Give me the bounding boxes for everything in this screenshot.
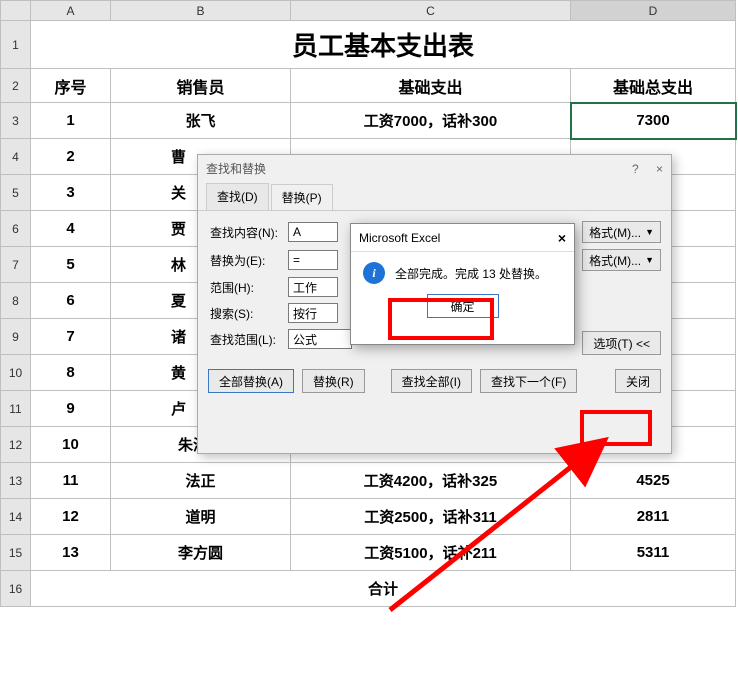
header-detail[interactable]: 基础支出 (291, 69, 571, 103)
row-header[interactable]: 6 (1, 211, 31, 247)
lookin-label: 查找范围(L): (210, 331, 288, 348)
sheet-title[interactable]: 员工基本支出表 (31, 21, 736, 69)
col-header-d[interactable]: D (571, 1, 736, 21)
row-header[interactable]: 4 (1, 139, 31, 175)
cell-seq[interactable]: 9 (31, 391, 111, 427)
cell-seq[interactable]: 6 (31, 283, 111, 319)
find-label: 查找内容(N): (210, 224, 288, 241)
message-box: Microsoft Excel × i 全部完成。完成 13 处替换。 确定 (350, 223, 575, 345)
msgbox-text: 全部完成。完成 13 处替换。 (395, 265, 547, 282)
row-header[interactable]: 2 (1, 69, 31, 103)
close-icon[interactable]: × (656, 162, 663, 176)
header-total[interactable]: 基础总支出 (571, 69, 736, 103)
cell-detail[interactable]: 工资5100，话补211 (291, 535, 571, 571)
cell-name[interactable]: 道明 (111, 499, 291, 535)
search-label: 搜索(S): (210, 305, 288, 322)
row-header[interactable]: 11 (1, 391, 31, 427)
find-next-button[interactable]: 查找下一个(F) (480, 369, 577, 393)
col-header-b[interactable]: B (111, 1, 291, 21)
row-header[interactable]: 3 (1, 103, 31, 139)
tab-find[interactable]: 查找(D) (206, 183, 269, 210)
cell-detail[interactable]: 工资2500，话补311 (291, 499, 571, 535)
row-header[interactable]: 15 (1, 535, 31, 571)
cell-total[interactable]: 2811 (571, 499, 736, 535)
chevron-down-icon: ▼ (645, 255, 654, 265)
replace-label: 替换为(E): (210, 252, 288, 269)
cell-seq[interactable]: 7 (31, 319, 111, 355)
header-name[interactable]: 销售员 (111, 69, 291, 103)
tab-replace[interactable]: 替换(P) (271, 184, 333, 211)
cell-total[interactable]: 5311 (571, 535, 736, 571)
row-header[interactable]: 13 (1, 463, 31, 499)
cell-seq[interactable]: 13 (31, 535, 111, 571)
cell-seq[interactable]: 4 (31, 211, 111, 247)
scope-label: 范围(H): (210, 279, 288, 296)
cell-detail[interactable]: 工资7000，话补300 (291, 103, 571, 139)
cell-detail[interactable]: 工资4200，话补325 (291, 463, 571, 499)
scope-select[interactable] (288, 277, 338, 297)
dialog-title: 查找和替换 (206, 155, 266, 183)
info-icon: i (363, 262, 385, 284)
header-seq[interactable]: 序号 (31, 69, 111, 103)
row-header[interactable]: 5 (1, 175, 31, 211)
select-all-corner[interactable] (1, 1, 31, 21)
row-header[interactable]: 10 (1, 355, 31, 391)
find-all-button[interactable]: 查找全部(I) (391, 369, 472, 393)
row-header[interactable]: 9 (1, 319, 31, 355)
cell-name[interactable]: 张飞 (111, 103, 291, 139)
row-header[interactable]: 12 (1, 427, 31, 463)
footer-total[interactable]: 合计 (31, 571, 736, 607)
chevron-down-icon: ▼ (645, 227, 654, 237)
cell-seq[interactable]: 1 (31, 103, 111, 139)
cell-seq[interactable]: 2 (31, 139, 111, 175)
cell-seq[interactable]: 3 (31, 175, 111, 211)
cell-seq[interactable]: 12 (31, 499, 111, 535)
col-header-a[interactable]: A (31, 1, 111, 21)
replace-format-button[interactable]: 格式(M)...▼ (582, 249, 661, 271)
cell-name[interactable]: 李方圆 (111, 535, 291, 571)
cell-total[interactable]: 7300 (571, 103, 736, 139)
options-button[interactable]: 选项(T) << (582, 331, 661, 355)
lookin-select[interactable] (288, 329, 352, 349)
msgbox-close-icon[interactable]: × (558, 230, 566, 246)
cell-seq[interactable]: 8 (31, 355, 111, 391)
replace-all-button[interactable]: 全部替换(A) (208, 369, 294, 393)
find-input[interactable] (288, 222, 338, 242)
row-header[interactable]: 8 (1, 283, 31, 319)
row-header[interactable]: 7 (1, 247, 31, 283)
cell-seq[interactable]: 11 (31, 463, 111, 499)
cell-seq[interactable]: 5 (31, 247, 111, 283)
row-header[interactable]: 14 (1, 499, 31, 535)
cell-name[interactable]: 法正 (111, 463, 291, 499)
replace-button[interactable]: 替换(R) (302, 369, 365, 393)
replace-input[interactable] (288, 250, 338, 270)
find-format-button[interactable]: 格式(M)...▼ (582, 221, 661, 243)
search-select[interactable] (288, 303, 338, 323)
row-header[interactable]: 1 (1, 21, 31, 69)
close-button[interactable]: 关闭 (615, 369, 661, 393)
msgbox-title: Microsoft Excel (359, 231, 440, 245)
row-header[interactable]: 16 (1, 571, 31, 607)
help-icon[interactable]: ? (632, 162, 639, 176)
ok-button[interactable]: 确定 (427, 294, 499, 318)
col-header-c[interactable]: C (291, 1, 571, 21)
cell-total[interactable]: 4525 (571, 463, 736, 499)
cell-seq[interactable]: 10 (31, 427, 111, 463)
